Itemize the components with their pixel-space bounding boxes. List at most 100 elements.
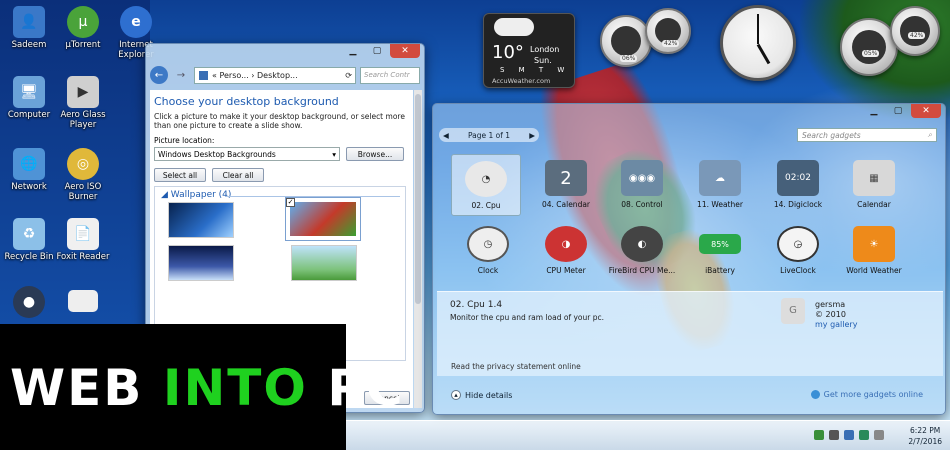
search-icon[interactable]: ⌕: [928, 130, 932, 140]
author-gallery-link[interactable]: my gallery: [815, 320, 857, 330]
media-player-icon: ▶: [67, 76, 99, 108]
wallpaper-thumbnail[interactable]: [168, 202, 234, 238]
user-folder-icon: 👤: [13, 6, 45, 38]
desktop-icon-aero-iso-burner[interactable]: ◎ Aero ISO Burner: [50, 148, 116, 202]
clock-gadget[interactable]: [720, 5, 796, 81]
clear-all-button[interactable]: Clear all: [212, 168, 264, 182]
logo-text: WEB INTO PC: [10, 360, 405, 416]
instruction-text: Click a picture to make it your desktop …: [154, 112, 405, 130]
taskbar-date: 2/7/2016: [908, 437, 942, 446]
gadget-tile-liveclock[interactable]: ◶ LiveClock: [763, 226, 833, 275]
gadget-tile-digiclock[interactable]: 02:02 14. Digiclock: [763, 160, 833, 209]
gadget-label: LiveClock: [780, 266, 816, 275]
webcam-icon: ●: [13, 286, 45, 318]
desktop-icon-document[interactable]: [50, 290, 116, 314]
page-navigator: ◀ Page 1 of 1 ▶: [439, 128, 539, 142]
desktop-icon-aero-glass-player[interactable]: ▶ Aero Glass Player: [50, 76, 116, 130]
gadget-label: 04. Calendar: [541, 200, 591, 209]
wallpaper-thumbnail[interactable]: [291, 245, 357, 281]
ram-meter-value: 42%: [662, 40, 680, 47]
network-tray-icon[interactable]: [829, 430, 839, 440]
cpu-meter-value: 06%: [620, 55, 638, 62]
scrollbar-thumb[interactable]: [415, 94, 421, 304]
scrollbar[interactable]: [414, 90, 422, 408]
logo-word-pc: PC: [327, 359, 405, 417]
maximize-button[interactable]: ▢: [887, 104, 909, 118]
close-button[interactable]: ✕: [911, 104, 941, 118]
minimize-button[interactable]: ▁: [342, 44, 364, 58]
search-input[interactable]: Search Contr: [360, 66, 420, 84]
weather-brand: AccuWeather.com: [492, 77, 551, 85]
cpu-meter-icon: ◑: [545, 226, 587, 262]
digital-clock-icon: 02:02: [777, 160, 819, 196]
back-button[interactable]: ←: [150, 66, 168, 84]
picture-location-select[interactable]: Windows Desktop Backgrounds ▾: [154, 147, 340, 161]
utorrent-icon: µ: [67, 6, 99, 38]
recycle-bin-icon: ♻: [13, 218, 45, 250]
wallpaper-thumbnail-selected[interactable]: ✓: [285, 197, 361, 241]
gadget-detail-title: 02. Cpu 1.4: [450, 300, 503, 310]
minimize-button[interactable]: ▁: [863, 104, 885, 118]
refresh-icon[interactable]: ⟳: [345, 71, 352, 80]
weather-days: S M T W: [500, 66, 571, 74]
checkbox-checked-icon[interactable]: ✓: [286, 198, 295, 207]
battery-icon: 85%: [699, 234, 741, 254]
privacy-link[interactable]: Read the privacy statement online: [451, 362, 581, 371]
gadget-tile-control[interactable]: ◉◉◉ 08. Control: [607, 160, 677, 209]
gadget-tile-world-weather[interactable]: ☀ World Weather: [839, 226, 909, 275]
cpu-meter-gadget[interactable]: 06%: [600, 15, 652, 67]
gadget-tile-weather-11[interactable]: ☁ 11. Weather: [685, 160, 755, 209]
system-tray: [814, 430, 884, 440]
forward-button[interactable]: →: [172, 66, 190, 84]
ram-meter-gadget-2[interactable]: 42%: [890, 6, 940, 56]
page-label: Page 1 of 1: [467, 130, 511, 140]
hide-details-toggle[interactable]: ▴ Hide details: [451, 390, 512, 400]
clock-area[interactable]: 6:22 PM 2/7/2016: [908, 425, 942, 447]
gadget-tile-calendar[interactable]: ▦ Calendar: [839, 160, 909, 209]
gadget-tile-clock[interactable]: ◷ Clock: [453, 226, 523, 275]
weather-icon: ☁: [699, 160, 741, 196]
gadget-tile-firebird-cpu[interactable]: ◐ FireBird CPU Me...: [607, 226, 677, 275]
globe-icon: [810, 390, 820, 399]
wallpaper-thumbnail[interactable]: [168, 245, 234, 281]
logo-word-web: WEB: [10, 359, 144, 417]
browse-button[interactable]: Browse...: [346, 147, 404, 161]
picture-location-label: Picture location:: [154, 136, 215, 145]
weather-temp: 10°: [492, 42, 524, 63]
gadget-tile-ibattery[interactable]: 85% iBattery: [685, 226, 755, 275]
maximize-button[interactable]: ▢: [366, 44, 388, 58]
watermark-logo: WEB INTO PC: [0, 324, 403, 450]
window-caption-buttons: ▁ ▢ ✕: [863, 104, 941, 118]
desktop-icon-foxit-reader[interactable]: 📄 Foxit Reader: [50, 218, 116, 262]
select-all-button[interactable]: Select all: [154, 168, 206, 182]
address-bar[interactable]: « Perso... › Desktop... ⟳: [194, 66, 356, 84]
ram-meter-gadget[interactable]: 42%: [645, 8, 691, 54]
author-year: © 2010: [815, 310, 846, 319]
weather-gadget[interactable]: 10° London Sun. S M T W AccuWeather.com: [483, 13, 575, 88]
tray-app-icon[interactable]: [814, 430, 824, 440]
gadget-tile-cpu-meter[interactable]: ◑ CPU Meter: [531, 226, 601, 275]
group-header[interactable]: ◢ Wallpaper (4): [161, 190, 231, 200]
prev-page-icon[interactable]: ◀: [443, 131, 449, 140]
desktop: 👤 Sadeem µ µTorrent e Internet Explorer …: [0, 0, 950, 450]
gadget-label: 14. Digiclock: [773, 200, 823, 209]
firebird-gauge-icon: ◐: [621, 226, 663, 262]
volume-icon[interactable]: [844, 430, 854, 440]
network-icon: 🌐: [13, 148, 45, 180]
chevron-down-icon: ▾: [332, 149, 336, 159]
next-page-icon[interactable]: ▶: [529, 131, 535, 140]
meter-face: [610, 25, 642, 57]
gadget-label: 02. Cpu: [471, 201, 501, 210]
get-more-gadgets-link[interactable]: Get more gadgets online: [810, 390, 923, 399]
gadget-tile-calendar-04[interactable]: 2 04. Calendar: [531, 160, 601, 209]
gadget-search-input[interactable]: Search gadgets ⌕: [797, 128, 937, 142]
gadget-tile-cpu[interactable]: ◔ 02. Cpu: [451, 154, 521, 216]
group-label: Wallpaper (4): [170, 190, 232, 200]
security-icon[interactable]: [859, 430, 869, 440]
clock-minute-hand: [757, 14, 759, 44]
calendar-grid-icon: ▦: [853, 160, 895, 196]
close-button[interactable]: ✕: [390, 44, 420, 58]
power-icon[interactable]: [874, 430, 884, 440]
computer-icon: 🖥: [13, 76, 45, 108]
gadget-detail-description: Monitor the cpu and ram load of your pc.: [450, 313, 605, 322]
